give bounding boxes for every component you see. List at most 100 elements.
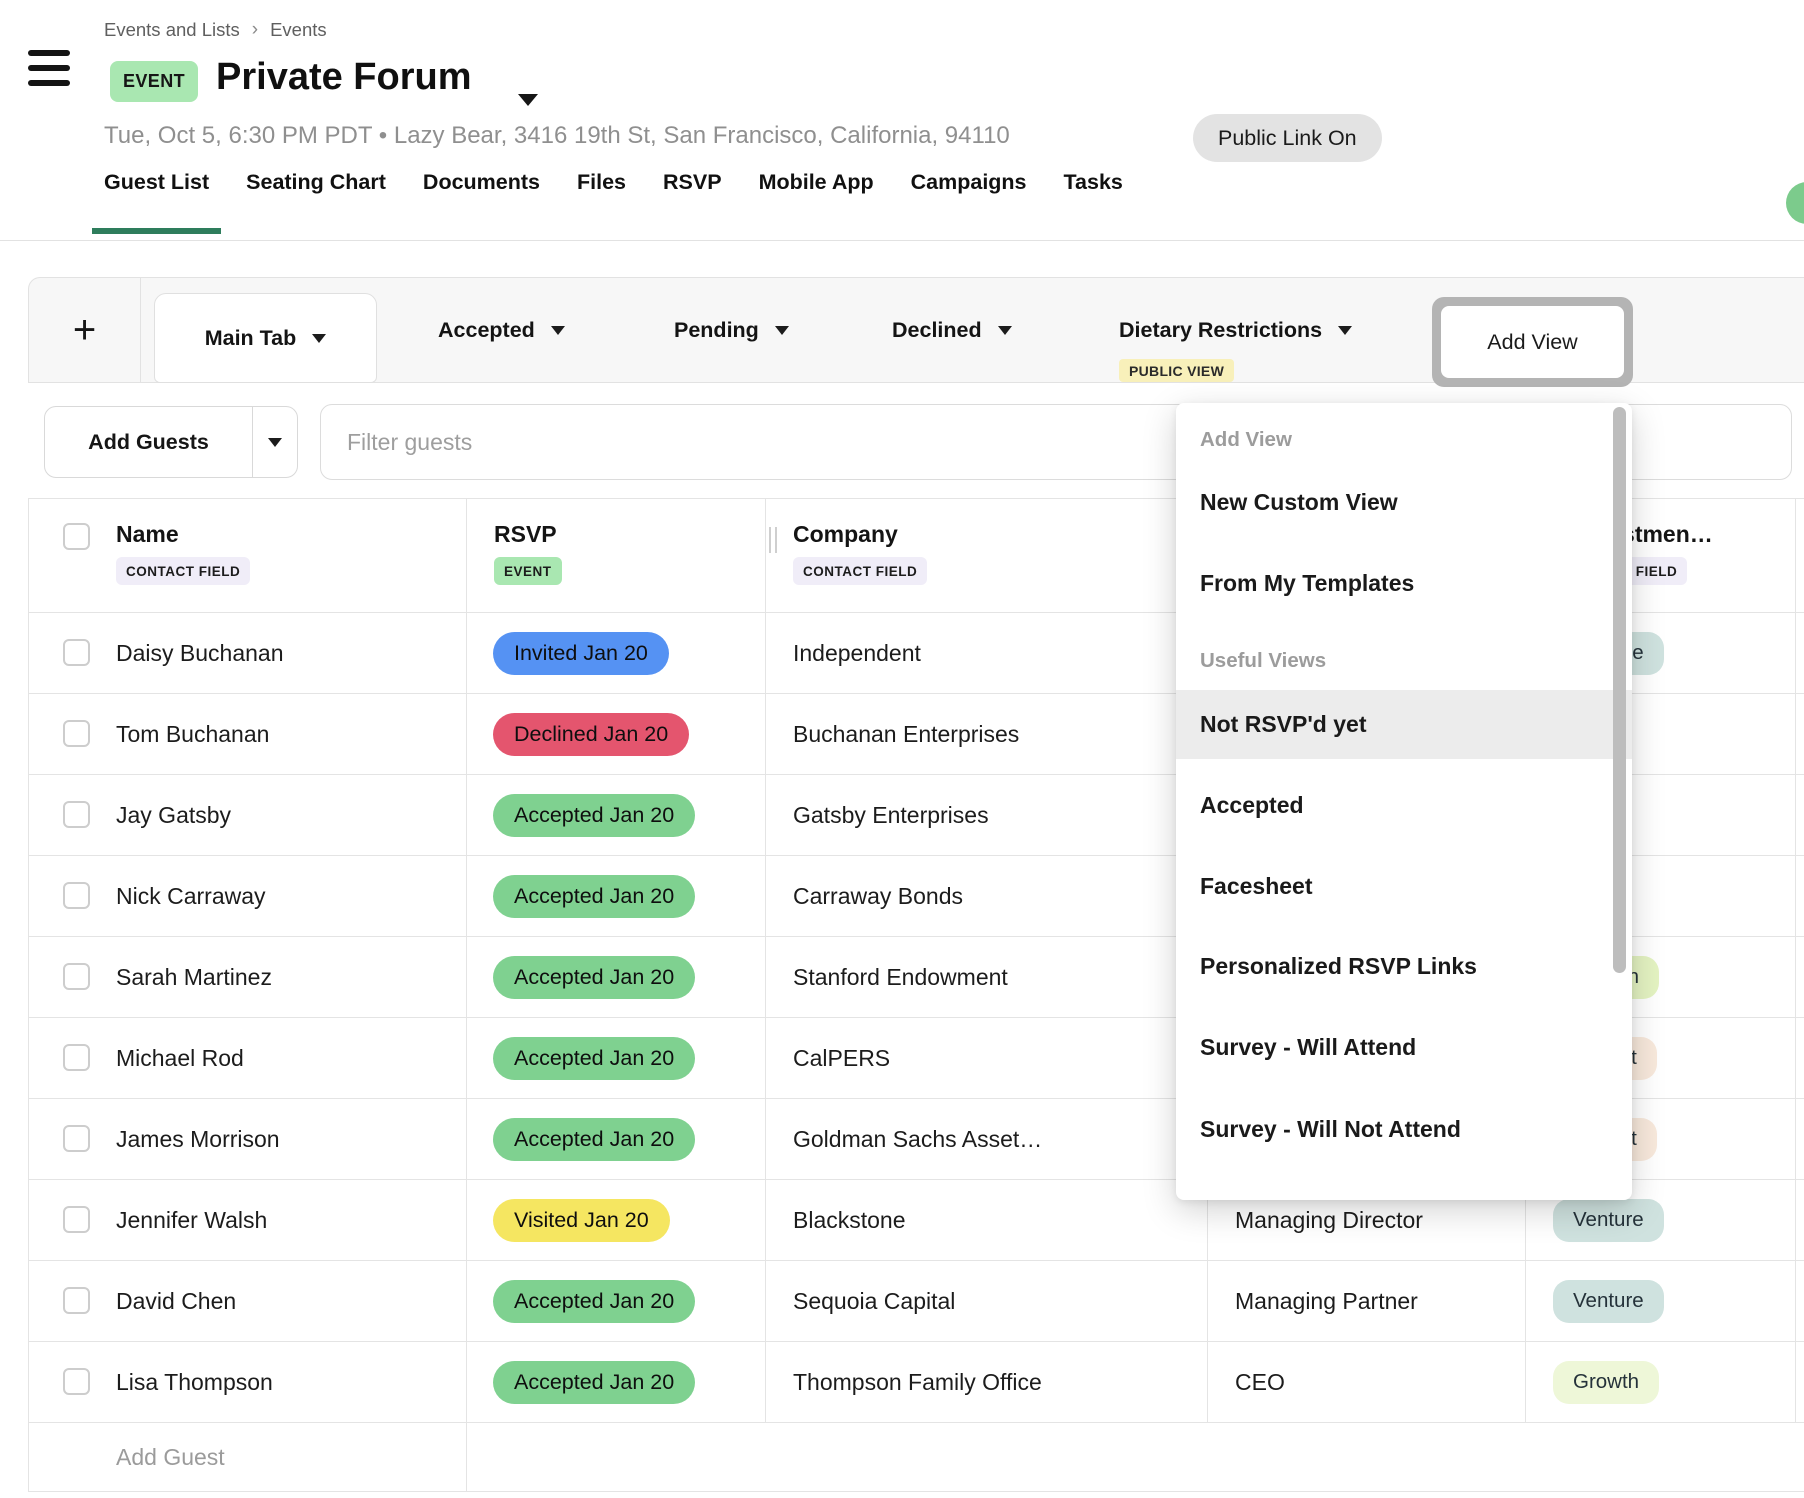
menu-scrollbar-thumb[interactable] bbox=[1613, 407, 1626, 973]
add-view-button-ring[interactable]: Add View bbox=[1432, 297, 1633, 387]
rsvp-status-pill[interactable]: Accepted Jan 20 bbox=[493, 956, 695, 999]
rsvp-status-pill[interactable]: Accepted Jan 20 bbox=[493, 1361, 695, 1404]
guest-name: Michael Rod bbox=[116, 1045, 244, 1072]
row-checkbox[interactable] bbox=[63, 639, 90, 666]
row-checkbox[interactable] bbox=[63, 1044, 90, 1071]
row-checkbox[interactable] bbox=[63, 801, 90, 828]
menu-item-personalized-rsvp-links[interactable]: Personalized RSVP Links bbox=[1200, 950, 1477, 982]
breadcrumb-events[interactable]: Events bbox=[270, 19, 327, 41]
menu-item-clipped[interactable]: 2024 Summit bbox=[1200, 1196, 1342, 1200]
column-type-badge: CONTACT FIELD bbox=[116, 557, 250, 585]
tab-seating-chart[interactable]: Seating Chart bbox=[246, 170, 386, 234]
menu-item-new-custom-view[interactable]: New Custom View bbox=[1200, 486, 1398, 518]
view-tab-declined[interactable]: Declined bbox=[892, 278, 1012, 382]
add-view-dropdown-menu: Add View New Custom View From My Templat… bbox=[1176, 403, 1632, 1200]
guest-company: Blackstone bbox=[793, 1207, 906, 1234]
breadcrumb-events-and-lists[interactable]: Events and Lists bbox=[104, 19, 240, 41]
rsvp-status-pill[interactable]: Accepted Jan 20 bbox=[493, 1037, 695, 1080]
menu-section-label: Add View bbox=[1200, 424, 1292, 456]
public-view-badge: PUBLIC VIEW bbox=[1119, 359, 1234, 382]
rsvp-status-pill[interactable]: Accepted Jan 20 bbox=[493, 1280, 695, 1323]
view-tab-accepted[interactable]: Accepted bbox=[438, 278, 565, 382]
menu-item-survey-will-attend[interactable]: Survey - Will Attend bbox=[1200, 1031, 1416, 1063]
tab-mobile-app[interactable]: Mobile App bbox=[759, 170, 874, 234]
view-tab-pending[interactable]: Pending bbox=[674, 278, 789, 382]
rsvp-status-pill[interactable]: Accepted Jan 20 bbox=[493, 1118, 695, 1161]
select-all-checkbox[interactable] bbox=[63, 523, 90, 550]
column-label: Company bbox=[793, 521, 1207, 548]
chevron-down-icon bbox=[998, 326, 1012, 335]
column-header-name[interactable]: Name CONTACT FIELD bbox=[29, 499, 467, 612]
guest-company: Thompson Family Office bbox=[793, 1369, 1042, 1396]
guest-company: Buchanan Enterprises bbox=[793, 721, 1019, 748]
guest-company: Goldman Sachs Asset… bbox=[793, 1126, 1042, 1153]
guest-title: Managing Partner bbox=[1235, 1288, 1418, 1315]
header-divider bbox=[0, 240, 1804, 241]
tab-campaigns[interactable]: Campaigns bbox=[911, 170, 1027, 234]
guest-company: Gatsby Enterprises bbox=[793, 802, 989, 829]
public-link-status-badge[interactable]: Public Link On bbox=[1193, 114, 1382, 162]
notification-dot[interactable] bbox=[1786, 182, 1804, 224]
table-row[interactable]: Lisa Thompson Accepted Jan 20 Thompson F… bbox=[29, 1342, 1804, 1423]
event-datetime-location: Tue, Oct 5, 6:30 PM PDT • Lazy Bear, 341… bbox=[104, 122, 1010, 150]
rsvp-status-pill[interactable]: Accepted Jan 20 bbox=[493, 875, 695, 918]
menu-item-facesheet[interactable]: Facesheet bbox=[1200, 870, 1313, 902]
column-label: RSVP bbox=[494, 521, 765, 548]
column-header-overflow bbox=[1796, 499, 1804, 612]
guest-title: Managing Director bbox=[1235, 1207, 1423, 1234]
tab-files[interactable]: Files bbox=[577, 170, 626, 234]
segment-badge: Growth bbox=[1553, 1361, 1659, 1404]
row-checkbox[interactable] bbox=[63, 882, 90, 909]
column-type-badge: EVENT bbox=[494, 557, 562, 585]
view-tab-main-tab[interactable]: Main Tab bbox=[154, 293, 377, 383]
tab-tasks[interactable]: Tasks bbox=[1064, 170, 1123, 234]
guest-name: Jay Gatsby bbox=[116, 802, 231, 829]
rsvp-status-pill[interactable]: Accepted Jan 20 bbox=[493, 794, 695, 837]
guest-name: Lisa Thompson bbox=[116, 1369, 273, 1396]
tab-rsvp[interactable]: RSVP bbox=[663, 170, 722, 234]
main-nav-tabs: Guest List Seating Chart Documents Files… bbox=[104, 170, 1123, 234]
add-guest-row[interactable]: Add Guest bbox=[29, 1423, 1804, 1492]
tab-documents[interactable]: Documents bbox=[423, 170, 540, 234]
view-tab-strip: + Main Tab Accepted Pending Declined Die… bbox=[28, 277, 1804, 383]
guest-title: CEO bbox=[1235, 1369, 1285, 1396]
menu-item-not-rsvpd-yet[interactable]: Not RSVP'd yet bbox=[1176, 690, 1632, 759]
guest-name: Jennifer Walsh bbox=[116, 1207, 267, 1234]
menu-item-from-my-templates[interactable]: From My Templates bbox=[1200, 567, 1414, 599]
rsvp-status-pill[interactable]: Declined Jan 20 bbox=[493, 713, 689, 756]
title-dropdown-caret-icon[interactable] bbox=[518, 94, 538, 106]
add-guest-placeholder[interactable]: Add Guest bbox=[116, 1444, 225, 1471]
breadcrumb: Events and Lists › Events bbox=[104, 19, 327, 41]
add-guests-split-button[interactable]: Add Guests bbox=[44, 406, 298, 478]
add-view-button[interactable]: Add View bbox=[1441, 306, 1624, 378]
guest-name: David Chen bbox=[116, 1288, 236, 1315]
guest-company: CalPERS bbox=[793, 1045, 890, 1072]
guest-name: Daisy Buchanan bbox=[116, 640, 284, 667]
column-header-rsvp[interactable]: RSVP EVENT bbox=[467, 499, 766, 612]
table-row[interactable]: David Chen Accepted Jan 20 Sequoia Capit… bbox=[29, 1261, 1804, 1342]
rsvp-status-pill[interactable]: Visited Jan 20 bbox=[493, 1199, 670, 1242]
column-resize-handle[interactable] bbox=[769, 527, 777, 553]
row-checkbox[interactable] bbox=[63, 1368, 90, 1395]
hamburger-menu-icon[interactable] bbox=[28, 50, 70, 86]
row-checkbox[interactable] bbox=[63, 963, 90, 990]
add-guests-button[interactable]: Add Guests bbox=[45, 407, 253, 477]
row-checkbox[interactable] bbox=[63, 1206, 90, 1233]
guest-company: Independent bbox=[793, 640, 921, 667]
add-guests-dropdown-button[interactable] bbox=[253, 407, 297, 477]
guest-company: Stanford Endowment bbox=[793, 964, 1008, 991]
guest-name: James Morrison bbox=[116, 1126, 280, 1153]
menu-item-survey-will-not-attend[interactable]: Survey - Will Not Attend bbox=[1200, 1113, 1461, 1145]
row-checkbox[interactable] bbox=[63, 1287, 90, 1314]
tab-guest-list[interactable]: Guest List bbox=[104, 170, 209, 234]
add-view-tab-button[interactable]: + bbox=[29, 278, 141, 382]
chevron-down-icon bbox=[268, 438, 282, 447]
row-checkbox[interactable] bbox=[63, 720, 90, 747]
row-checkbox[interactable] bbox=[63, 1125, 90, 1152]
view-tab-label: Accepted bbox=[438, 318, 535, 343]
chevron-down-icon bbox=[775, 326, 789, 335]
column-header-company[interactable]: Company CONTACT FIELD bbox=[766, 499, 1208, 612]
rsvp-status-pill[interactable]: Invited Jan 20 bbox=[493, 632, 669, 675]
menu-item-accepted[interactable]: Accepted bbox=[1200, 789, 1304, 821]
chevron-down-icon bbox=[312, 334, 326, 343]
